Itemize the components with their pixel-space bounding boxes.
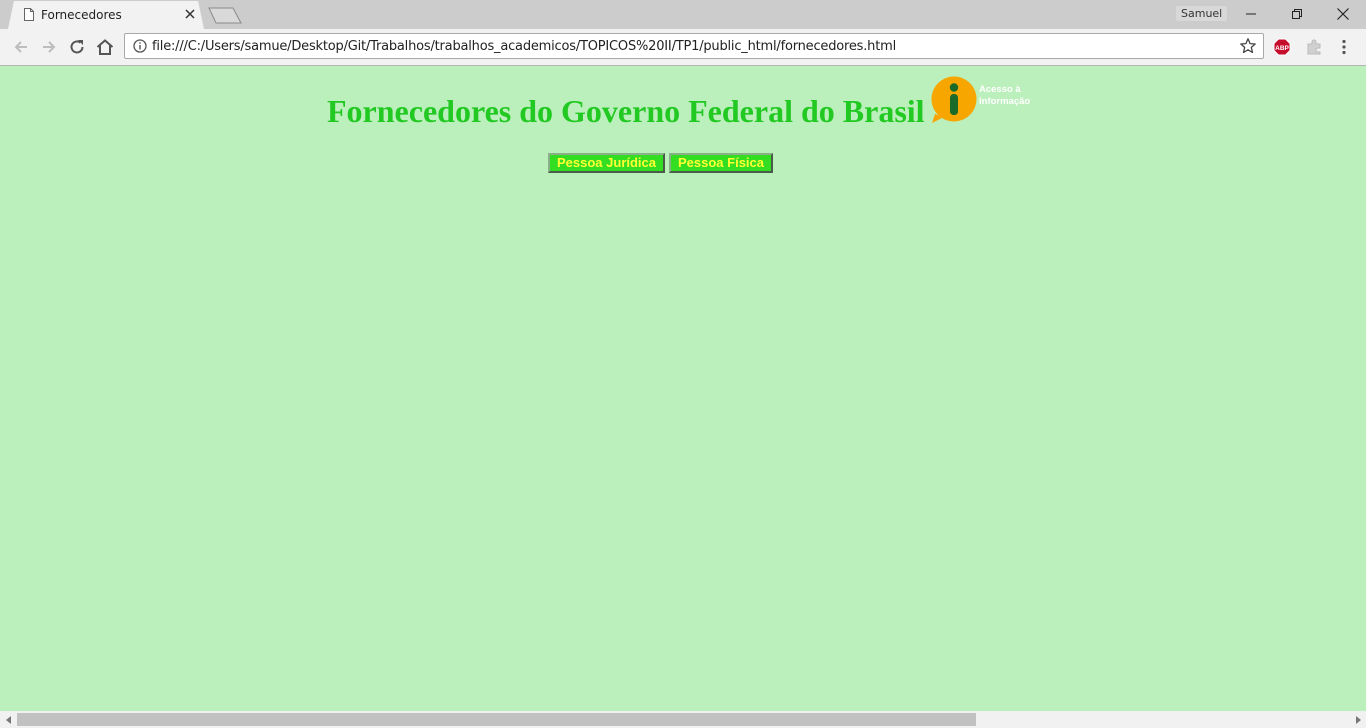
extension-button[interactable] [1304,37,1324,57]
back-button[interactable] [11,37,31,57]
acesso-informacao-icon [931,76,977,123]
new-tab-button[interactable] [208,7,242,24]
close-icon [185,9,195,19]
acesso-informacao-logo[interactable]: Acesso à Informação [931,76,1043,124]
restore-button[interactable] [1274,0,1320,28]
page-viewport: Fornecedores do Governo Federal do Brasi… [0,66,1366,711]
arrow-right-icon [43,41,56,53]
tab-title: Fornecedores [41,8,122,22]
tab-strip: Fornecedores Samuel [0,0,1366,29]
minimize-button[interactable] [1228,0,1274,28]
scroll-left-button[interactable] [0,711,17,728]
triangle-left-icon [5,715,11,724]
adblock-label: ABP [1275,45,1289,52]
page-title: Fornecedores do Governo Federal do Brasi… [327,93,925,129]
button-group: Pessoa Jurídica Pessoa Física [548,153,773,173]
scrollbar-thumb[interactable] [17,713,976,726]
logo-text-line1: Acesso à [979,84,1021,95]
document-icon [24,8,34,21]
adblock-plus-icon: ABP [1273,38,1291,56]
window-close-button[interactable] [1320,0,1366,28]
restore-icon [1292,9,1302,19]
forward-button[interactable] [39,37,59,57]
info-icon[interactable] [133,39,147,53]
tab-close-button[interactable] [182,5,198,23]
reload-icon [70,40,84,54]
browser-toolbar: file:///C:/Users/samue/Desktop/Git/Traba… [0,29,1366,66]
adblock-extension-button[interactable]: ABP [1272,37,1292,57]
logo-text-line2: Informação [979,96,1031,107]
logo-text: Acesso à Informação [979,84,1030,108]
minimize-icon [1246,13,1256,15]
bookmark-star-icon[interactable] [1239,37,1257,55]
address-bar[interactable]: file:///C:/Users/samue/Desktop/Git/Traba… [124,33,1264,59]
pessoa-juridica-button[interactable]: Pessoa Jurídica [548,153,665,173]
scroll-right-button[interactable] [1349,711,1366,728]
triangle-right-icon [1355,715,1361,724]
menu-button[interactable] [1334,37,1354,57]
browser-tab[interactable]: Fornecedores [8,1,204,29]
close-icon [1337,8,1349,20]
reload-button[interactable] [67,37,87,57]
profile-name[interactable]: Samuel [1176,6,1228,21]
puzzle-extension-icon [1307,39,1321,55]
more-vertical-icon [1342,39,1346,55]
home-icon [96,39,114,55]
home-button[interactable] [95,37,115,57]
horizontal-scrollbar[interactable] [0,711,1366,728]
arrow-left-icon [14,41,27,53]
pessoa-fisica-button[interactable]: Pessoa Física [669,153,773,173]
url-text[interactable]: file:///C:/Users/samue/Desktop/Git/Traba… [152,39,896,54]
